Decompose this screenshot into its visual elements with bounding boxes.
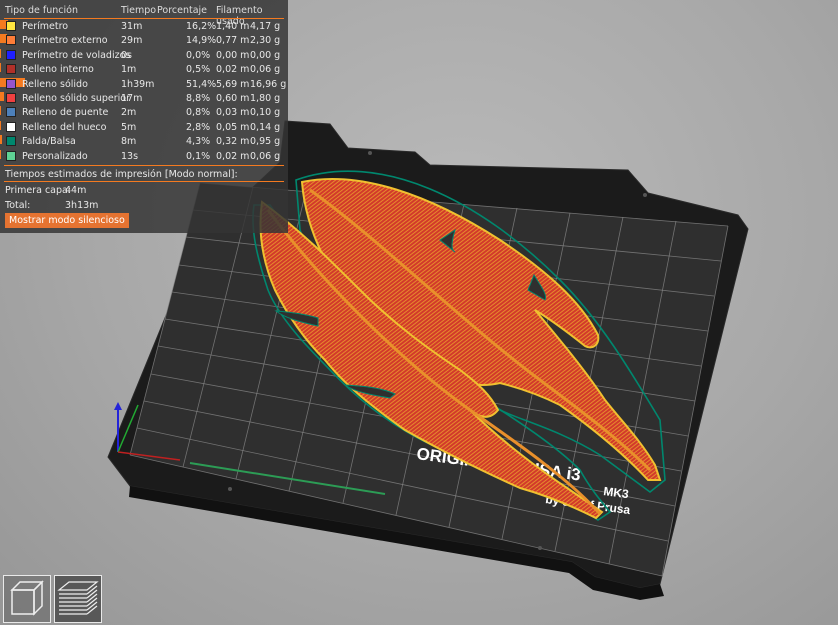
color-swatch xyxy=(6,121,16,132)
feature-percent: 16,2% xyxy=(186,21,217,32)
header-percent: Porcentaje xyxy=(157,5,208,16)
first-layer-label: Primera capa: xyxy=(5,185,72,196)
estimates-title: Tiempos estimados de impresión [Modo nor… xyxy=(5,169,238,180)
feature-percent: 2,8% xyxy=(186,121,211,133)
feature-percent: 0,0% xyxy=(186,49,211,61)
color-swatch xyxy=(6,150,16,161)
color-swatch xyxy=(6,107,16,118)
feature-name: Relleno interno xyxy=(22,64,94,76)
color-swatch xyxy=(6,136,16,147)
feature-percent: 51,4% xyxy=(186,78,217,90)
feature-time: 8m xyxy=(121,136,137,148)
estimates-divider xyxy=(4,181,284,182)
feature-time: 5m xyxy=(121,121,137,133)
first-layer-estimate: Primera capa: 44m xyxy=(5,185,86,196)
layers-preview-icon xyxy=(57,581,99,615)
percent-bar xyxy=(0,63,1,73)
legend-row: Perímetro 31m 16,2% 1,40 m 4,17 g xyxy=(0,20,288,34)
feature-time: 2m xyxy=(121,107,137,119)
total-estimate: Total: 3h13m xyxy=(5,200,98,211)
feature-percent: 4,3% xyxy=(186,136,211,148)
feature-length: 0,32 m xyxy=(216,136,250,148)
feature-name: Relleno del hueco xyxy=(22,121,107,133)
color-swatch xyxy=(6,64,16,75)
feature-length: 0,02 m xyxy=(216,150,250,162)
feature-length: 0,05 m xyxy=(216,121,250,133)
3d-view-button[interactable] xyxy=(3,575,51,623)
percent-bar xyxy=(0,120,2,130)
feature-name: Relleno sólido superior xyxy=(22,93,131,104)
feature-length: 0,77 m xyxy=(216,35,250,47)
feature-name: Perímetro externo xyxy=(22,35,108,47)
percent-bar xyxy=(0,48,1,58)
show-silent-mode-button[interactable]: Mostrar modo silencioso xyxy=(5,213,129,228)
color-swatch xyxy=(6,49,16,60)
feature-length: 1,40 m xyxy=(216,21,250,32)
color-swatch xyxy=(6,78,16,89)
total-value: 3h13m xyxy=(65,200,99,211)
feature-weight: 0,06 g xyxy=(250,64,281,76)
feature-name: Perímetro de voladizos xyxy=(22,49,131,61)
feature-weight: 4,17 g xyxy=(250,21,281,32)
feature-percent: 0,5% xyxy=(186,64,211,76)
color-swatch xyxy=(6,35,16,46)
feature-weight: 0,10 g xyxy=(250,107,281,119)
legend-panel: Tipo de función Tiempo Porcentaje Filame… xyxy=(0,0,288,233)
feature-time: 13s xyxy=(121,150,139,162)
legend-row: Relleno sólido 1h39m 51,4% 5,69 m 16,96 g xyxy=(0,77,288,92)
legend-row: Relleno de puente 2m 0,8% 0,03 m 0,10 g xyxy=(0,106,288,120)
feature-weight: 16,96 g xyxy=(250,78,287,90)
feature-time: 1m xyxy=(121,64,137,76)
legend-row: Relleno sólido superior 17m 8,8% 0,60 m 1,80… xyxy=(0,92,288,106)
feature-weight: 2,30 g xyxy=(250,35,281,47)
feature-length: 0,60 m xyxy=(216,93,250,104)
feature-time: 31m xyxy=(121,21,143,32)
feature-percent: 0,1% xyxy=(186,150,211,162)
feature-name: Personalizado xyxy=(22,150,88,162)
feature-percent: 8,8% xyxy=(186,93,211,104)
total-label: Total: xyxy=(5,200,31,211)
feature-weight: 0,00 g xyxy=(250,49,281,61)
feature-weight: 0,95 g xyxy=(250,136,281,148)
feature-weight: 1,80 g xyxy=(250,93,281,104)
feature-length: 0,03 m xyxy=(216,107,250,119)
legend-row: Personalizado 13s 0,1% 0,02 m 0,06 g xyxy=(0,149,288,164)
feature-length: 0,00 m xyxy=(216,49,250,61)
color-swatch xyxy=(6,93,16,103)
color-swatch xyxy=(6,21,16,31)
feature-time: 17m xyxy=(121,93,143,104)
feature-time: 1h39m xyxy=(121,78,155,90)
header-feature-type: Tipo de función xyxy=(5,5,78,16)
percent-bar xyxy=(0,106,1,116)
legend-row: Falda/Balsa 8m 4,3% 0,32 m 0,95 g xyxy=(0,135,288,149)
percent-bar xyxy=(0,92,5,101)
feature-name: Relleno de puente xyxy=(22,107,109,119)
feature-name: Relleno sólido xyxy=(22,78,88,90)
feature-time: 0s xyxy=(121,49,132,61)
feature-name: Falda/Balsa xyxy=(22,136,76,148)
header-time: Tiempo xyxy=(121,5,157,16)
legend-row: Perímetro externo 29m 14,9% 0,77 m 2,30 g xyxy=(0,34,288,48)
legend-row: Perímetro de voladizos 0s 0,0% 0,00 m 0,00 g xyxy=(0,48,288,63)
legend-row: Relleno interno 1m 0,5% 0,02 m 0,06 g xyxy=(0,63,288,77)
cube-3d-view-icon xyxy=(10,580,44,616)
feature-time: 29m xyxy=(121,35,143,47)
first-layer-value: 44m xyxy=(65,185,87,196)
feature-name: Perímetro xyxy=(22,21,69,32)
feature-percent: 0,8% xyxy=(186,107,211,119)
percent-bar xyxy=(0,149,1,159)
layers-preview-button[interactable] xyxy=(54,575,102,623)
percent-bar xyxy=(0,135,3,145)
feature-weight: 0,14 g xyxy=(250,121,281,133)
header-divider xyxy=(4,18,284,19)
section-divider xyxy=(4,165,284,166)
feature-length: 0,02 m xyxy=(216,64,250,76)
feature-length: 5,69 m xyxy=(216,78,250,90)
feature-weight: 0,06 g xyxy=(250,150,281,162)
feature-percent: 14,9% xyxy=(186,35,217,47)
legend-row: Relleno del hueco 5m 2,8% 0,05 m 0,14 g xyxy=(0,120,288,135)
